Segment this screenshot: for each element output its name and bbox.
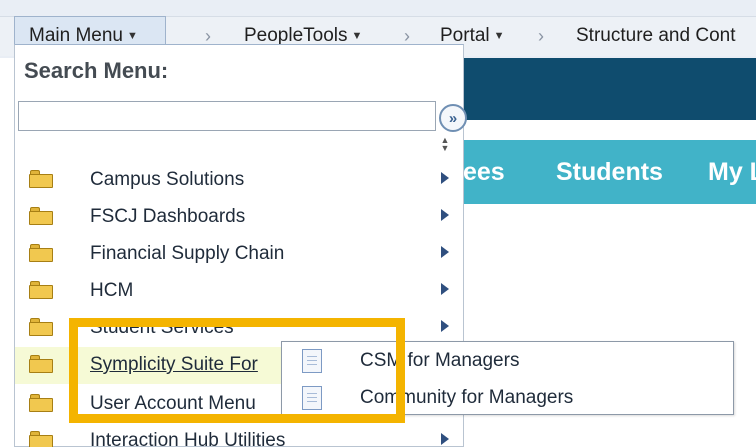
menu-item-label: FSCJ Dashboards [90,206,246,227]
caret-down-icon: ▼ [351,30,363,42]
folder-icon [29,355,53,373]
menu-item-hcm[interactable]: HCM [15,273,463,310]
scroll-arrows-icon[interactable]: ▲ ▼ [438,136,452,153]
folder-icon [29,431,53,447]
menu-item-campus-solutions[interactable]: Campus Solutions [15,162,463,199]
caret-down-icon: ▼ [493,30,505,42]
triangle-right-icon [441,172,449,184]
folder-icon [29,244,53,262]
caret-down-icon: ▼ [127,30,138,42]
nav-tab-students[interactable]: Students [556,156,663,188]
triangle-right-icon [441,283,449,295]
folder-icon [29,170,53,188]
folder-icon [29,281,53,299]
breadcrumb-label: Structure and Cont [576,25,736,46]
menu-item-label: Interaction Hub Utilities [90,430,286,447]
breadcrumb-structure-and-content[interactable]: Structure and Cont [576,22,735,50]
nav-tab-employees[interactable]: ees [463,156,505,188]
menu-item-label: Campus Solutions [90,169,245,190]
breadcrumb-label: Portal [440,25,490,46]
nav-tab-my[interactable]: My L [708,156,756,188]
folder-icon [29,318,53,336]
menu-item-interaction-hub-utilities[interactable]: Interaction Hub Utilities [15,423,463,447]
menu-item-label: Financial Supply Chain [90,243,285,264]
menu-item-fscj-dashboards[interactable]: FSCJ Dashboards [15,199,463,236]
chevron-right-icon: › [538,26,544,46]
triangle-right-icon [441,209,449,221]
triangle-right-icon [441,433,449,445]
double-chevron-right-icon[interactable]: » [439,104,467,132]
folder-icon [29,207,53,225]
menu-item-financial-supply-chain[interactable]: Financial Supply Chain [15,236,463,273]
search-menu-title: Search Menu: [24,58,169,83]
portal-header [462,58,756,120]
triangle-right-icon [441,320,449,332]
breadcrumb-label: PeopleTools [244,25,348,46]
highlight-annotation-box [69,318,405,423]
search-menu-input[interactable] [18,101,436,131]
main-menu-label: Main Menu [29,25,123,46]
folder-icon [29,394,53,412]
triangle-right-icon [441,246,449,258]
menu-item-label: HCM [90,280,134,301]
